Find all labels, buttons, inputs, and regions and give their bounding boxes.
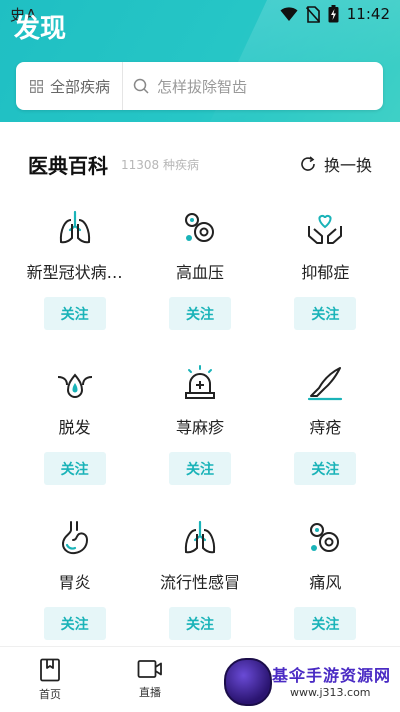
scalpel-icon [308,367,343,401]
status-time: 11:42 [346,5,390,23]
tab-live[interactable]: 直播 [100,647,200,712]
hair-follicle-icon [57,373,92,398]
all-diseases-label: 全部疾病 [50,77,111,96]
all-diseases-button[interactable]: 全部疾病 [16,62,124,110]
status-icons: 11:42 [280,5,390,23]
blood-cells-icon [184,213,214,242]
lungs-icon [59,210,90,244]
follow-button[interactable]: 关注 [294,607,357,640]
lungs-icon [184,520,216,554]
disease-name: 新型冠状病… [26,263,123,282]
search-card: 全部疾病 怎样拔除智齿 [16,62,383,110]
disease-card[interactable]: 抑郁症 关注 [263,200,388,355]
no-sim-icon [305,5,320,23]
tab-live-label: 直播 [139,686,161,699]
disease-card[interactable]: 新型冠状病… 关注 [12,200,137,355]
refresh-button[interactable]: 换一换 [299,152,372,176]
disease-card[interactable]: 胃炎 关注 [12,510,137,665]
tab-home-label: 首页 [39,688,61,701]
video-camera-icon [137,660,162,678]
follow-button[interactable]: 关注 [43,297,106,330]
disease-name: 流行性感冒 [159,573,240,592]
disease-name: 荨麻疹 [175,418,224,437]
disease-count: 11308 种疾病 [121,158,199,172]
watermark-url: www.j313.com [290,686,371,699]
disease-name: 抑郁症 [301,263,350,282]
disease-name: 痔疮 [309,418,342,437]
site-watermark: 基伞手游资源网 www.j313.com [220,654,398,710]
refresh-label: 换一换 [323,156,372,175]
disease-card[interactable]: 流行性感冒 关注 [137,510,262,665]
section-title: 医典百科 [28,154,108,178]
watermark-logo [224,658,272,706]
search-icon [133,78,149,94]
page-title: 发现 [14,14,67,44]
grid-icon [30,79,43,93]
alarm-light-icon [184,365,215,399]
search-placeholder: 怎样拔除智齿 [157,77,248,96]
follow-button[interactable]: 关注 [294,297,357,330]
disease-card[interactable]: 高血压 关注 [137,200,262,355]
disease-card[interactable]: 脱发 关注 [12,355,137,510]
disease-name: 痛风 [309,573,342,592]
wifi-icon [280,7,298,21]
disease-name: 胃炎 [58,573,91,592]
follow-button[interactable]: 关注 [168,452,231,485]
stomach-icon [61,521,88,555]
disease-card[interactable]: 荨麻疹 关注 [137,355,262,510]
follow-button[interactable]: 关注 [168,607,231,640]
disease-name: 脱发 [58,418,91,437]
tab-home[interactable]: 首页 [0,647,100,712]
watermark-title: 基伞手游资源网 [272,666,392,685]
disease-card[interactable]: 痔疮 关注 [263,355,388,510]
follow-button[interactable]: 关注 [43,452,106,485]
search-input[interactable]: 怎样拔除智齿 [123,76,247,97]
disease-name: 高血压 [175,263,224,282]
bookmark-book-icon [40,658,60,682]
battery-icon [328,5,339,23]
encyclopedia-header: 医典百科 11308 种疾病 换一换 [0,150,400,180]
follow-button[interactable]: 关注 [168,297,231,330]
blood-cells-icon [310,523,340,552]
refresh-icon [301,156,315,171]
heart-hands-icon [308,214,343,244]
follow-button[interactable]: 关注 [294,452,357,485]
disease-card[interactable]: 痛风 关注 [263,510,388,665]
disease-grid: 新型冠状病… 关注 高血压 关注 抑郁症 关注 脱发 关注 荨麻疹 关注 痔疮 … [12,200,388,665]
follow-button[interactable]: 关注 [43,607,106,640]
